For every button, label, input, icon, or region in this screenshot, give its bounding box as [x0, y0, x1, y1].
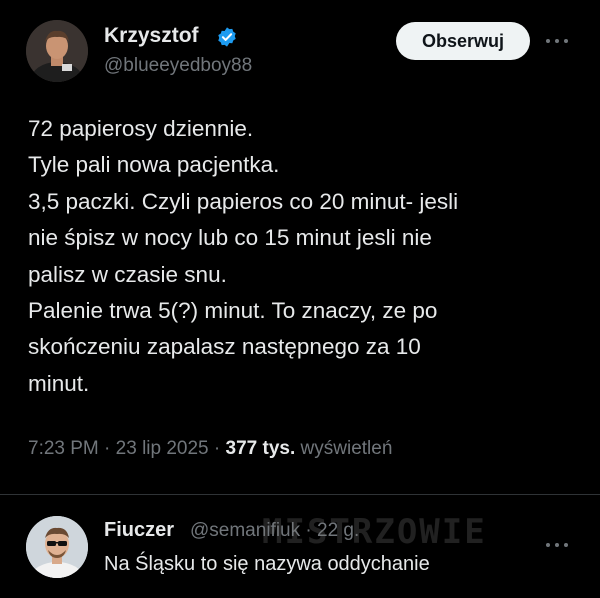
meta-separator: ·: [104, 438, 111, 459]
author-handle[interactable]: @blueeyedboy88: [104, 55, 252, 77]
tweet-line: nie śpisz w nocy lub co 15 minut jesli n…: [28, 225, 432, 251]
watermark: MISTRZOWIE: [262, 512, 487, 552]
reply-text: Na Śląsku to się nazywa oddychanie: [104, 553, 430, 575]
author-avatar[interactable]: [26, 20, 88, 82]
tweet-meta: 7:23 PM · 23 lip 2025 · 377 tys. wyświet…: [28, 438, 392, 460]
author-name[interactable]: Krzysztof: [104, 24, 199, 48]
tweet-line: minut.: [28, 370, 90, 396]
tweet-line: skończeniu zapalasz następnego za 10: [28, 334, 421, 360]
tweet-time[interactable]: 7:23 PM: [28, 438, 99, 459]
tweet-line: 72 papierosy dziennie.: [28, 116, 254, 141]
verified-badge-icon: [218, 27, 236, 47]
meta-separator: ·: [213, 438, 221, 459]
views-label[interactable]: wyświetleń: [301, 438, 393, 459]
views-count[interactable]: 377 tys.: [226, 438, 296, 459]
tweet-text: 72 papierosy dziennie. Tyle pali nowa pa…: [28, 111, 578, 402]
tweet-line: palisz w czasie snu.: [28, 261, 227, 287]
tweet-line: 3,5 paczki. Czyli papieros co 20 minut- …: [28, 188, 459, 214]
tweet-date[interactable]: 23 lip 2025: [116, 438, 209, 459]
follow-button[interactable]: Obserwuj: [396, 22, 530, 60]
reply-avatar[interactable]: [26, 516, 88, 578]
tweet-line: Tyle pali nowa pacjentka.: [28, 152, 280, 178]
divider: [0, 494, 600, 495]
more-options-icon[interactable]: [546, 31, 568, 51]
tweet-line: Palenie trwa 5(?) minut. To znaczy, ze p…: [28, 298, 438, 324]
reply-author-name[interactable]: Fiuczer: [104, 519, 174, 542]
